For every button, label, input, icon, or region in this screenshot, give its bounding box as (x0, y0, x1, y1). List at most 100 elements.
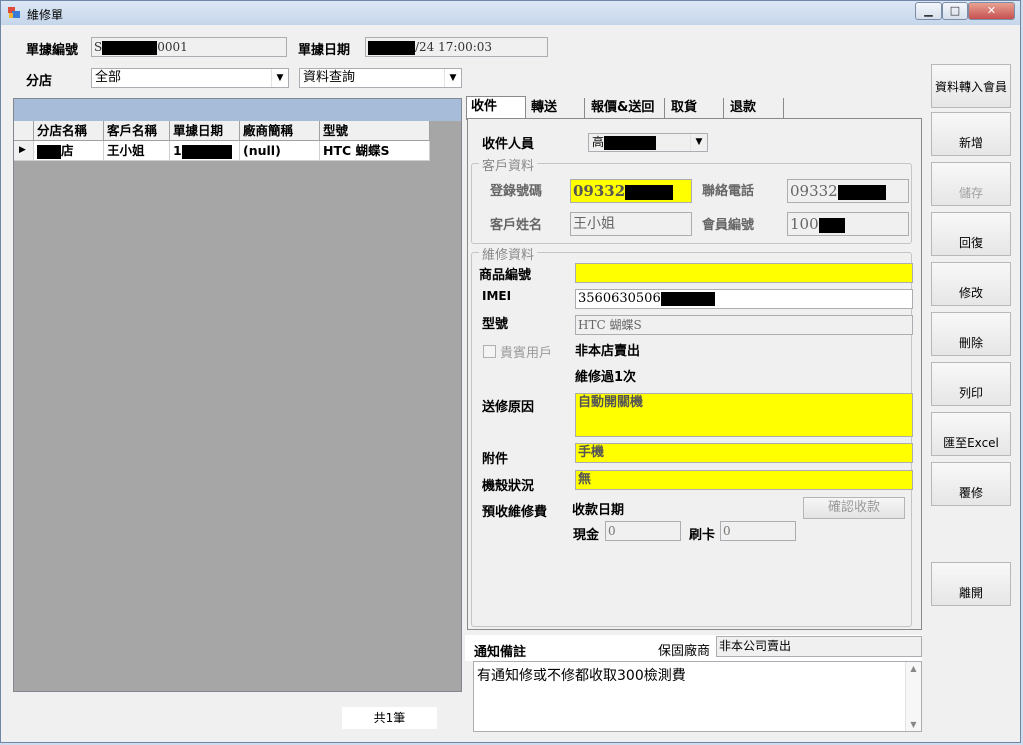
redacted-block (102, 40, 158, 55)
warranty-vendor-label: 保固廠商 (658, 644, 711, 659)
cash-field[interactable]: 0 (605, 521, 681, 541)
dropdown-arrow-icon: ▼ (271, 69, 288, 87)
notes-text: 有通知修或不修都收取300檢測費 (477, 668, 686, 684)
dropdown-arrow-icon: ▼ (690, 134, 707, 151)
accessory-field[interactable]: 手機 (575, 443, 913, 463)
payment-date-label: 收款日期 (572, 503, 625, 518)
form-client-area: 單據編號 S 0001 單據日期 /24 17:00:03 分店 全部 ▼ 資料查詢… (7, 26, 1016, 739)
scroll-down-icon[interactable]: ▼ (906, 720, 921, 729)
revert-button[interactable]: 回復 (931, 212, 1011, 256)
grid-header-branch[interactable]: 分店名稱 (34, 121, 104, 141)
minimize-button[interactable]: ▁ (915, 2, 942, 20)
grid-row-header-corner (14, 121, 34, 141)
accessory-label: 附件 (482, 452, 509, 467)
grid-header-customer[interactable]: 客戶名稱 (104, 121, 170, 141)
grid-header-date[interactable]: 單據日期 (170, 121, 240, 141)
grid-cell-model[interactable]: HTC 蝴蝶S (320, 141, 430, 161)
branch-label: 分店 (26, 74, 53, 89)
customer-group-title: 客戶資料 (479, 155, 538, 174)
notes-scrollbar[interactable]: ▲ ▼ (905, 662, 921, 731)
query-select[interactable]: 資料查詢 ▼ (299, 68, 462, 88)
member-no-field[interactable]: 100 (787, 212, 909, 236)
redacted-block (181, 144, 232, 159)
phone-label: 聯絡電話 (702, 184, 755, 199)
receipt-tab-panel: 收件人員 高 ▼ 客戶資料 登錄號碼 09332 聯絡電話 09332 客戶姓名 … (467, 118, 922, 630)
records-grid[interactable]: 分店名稱 客戶名稱 單據日期 廠商簡稱 型號 ▶ 店 王小姐 1 (null) … (13, 98, 462, 692)
add-button[interactable]: 新增 (931, 112, 1011, 156)
imei-field[interactable]: 3560630506 (575, 289, 913, 309)
grid-cell-customer[interactable]: 王小姐 (104, 141, 170, 161)
exit-button[interactable]: 離開 (931, 562, 1011, 606)
notes-label: 通知備註 (474, 645, 527, 660)
redacted-block (837, 184, 886, 200)
case-condition-field[interactable]: 無 (575, 470, 913, 490)
phone-field[interactable]: 09332 (787, 179, 909, 203)
doc-date-field[interactable]: /24 17:00:03 (365, 37, 548, 57)
doc-no-field[interactable]: S 0001 (91, 37, 287, 57)
notes-textarea[interactable]: 有通知修或不修都收取300檢測費 ▲ ▼ (473, 661, 922, 732)
repair-reason-field[interactable]: 自動開關機 (575, 393, 913, 437)
tab-pickup[interactable]: 取貨 (667, 98, 724, 119)
redacted-block (368, 40, 415, 55)
app-icon (8, 7, 20, 18)
record-count: 共1筆 (342, 707, 437, 729)
edit-button[interactable]: 修改 (931, 262, 1011, 306)
product-no-field[interactable] (575, 263, 913, 283)
branch-select[interactable]: 全部 ▼ (91, 68, 289, 88)
print-button[interactable]: 列印 (931, 362, 1011, 406)
member-no-label: 會員編號 (702, 218, 755, 233)
export-excel-button[interactable]: 匯至Excel (931, 412, 1011, 456)
vip-checkbox[interactable] (483, 345, 496, 358)
customer-group: 客戶資料 登錄號碼 09332 聯絡電話 09332 客戶姓名 王小姐 會員編號… (471, 155, 912, 244)
close-button[interactable]: ✕ (968, 2, 1015, 20)
repair-reason-label: 送修原因 (482, 400, 535, 415)
redacted-block (660, 291, 715, 306)
repair-group-title: 維修資料 (479, 244, 538, 263)
login-no-field[interactable]: 09332 (570, 179, 692, 203)
model-label: 型號 (482, 317, 509, 332)
customer-name-label: 客戶姓名 (490, 218, 543, 233)
maximize-button[interactable]: □ (942, 2, 968, 20)
customer-name-field[interactable]: 王小姐 (570, 212, 692, 236)
save-button[interactable]: 儲存 (931, 162, 1011, 206)
redacted-block (37, 144, 61, 159)
transfer-to-member-button[interactable]: 資料轉入會員 (931, 64, 1011, 108)
tab-transfer[interactable]: 轉送 (527, 98, 585, 119)
cash-label: 現金 (573, 528, 600, 543)
repair-group: 維修資料 商品編號 IMEI 3560630506 型號 HTC 蝴蝶S 貴賓用… (471, 244, 913, 627)
redacted-block (625, 184, 674, 200)
model-field[interactable]: HTC 蝴蝶S (575, 315, 913, 335)
delete-button[interactable]: 刪除 (931, 312, 1011, 356)
tab-refund[interactable]: 退款 (726, 98, 784, 119)
tab-quote-return[interactable]: 報價&送回 (587, 98, 665, 119)
redacted-block (604, 135, 657, 150)
title-bar[interactable]: 維修單 ▁ □ ✕ (1, 1, 1020, 25)
redacted-block (818, 217, 845, 233)
prepaid-fee-label: 預收維修費 (482, 505, 548, 520)
scroll-up-icon[interactable]: ▲ (906, 664, 921, 673)
grid-header-vendor[interactable]: 廠商簡稱 (240, 121, 320, 141)
grid-header-model[interactable]: 型號 (320, 121, 430, 141)
doc-date-label: 單據日期 (298, 43, 351, 58)
vip-label[interactable]: 貴賓用戶 (500, 342, 552, 361)
window-title: 維修單 (27, 8, 64, 22)
grid-cell-vendor[interactable]: (null) (240, 141, 320, 161)
card-field[interactable]: 0 (720, 521, 796, 541)
tab-receipt[interactable]: 收件 (466, 96, 526, 120)
imei-label: IMEI (482, 289, 512, 303)
row-selector-icon[interactable]: ▶ (14, 141, 34, 161)
receiver-select[interactable]: 高 ▼ (588, 133, 708, 152)
dropdown-arrow-icon: ▼ (444, 69, 461, 87)
not-sold-here-text: 非本店賣出 (575, 344, 641, 359)
product-no-label: 商品編號 (479, 268, 532, 283)
grid-caption-bar (14, 99, 461, 121)
repaired-count-text: 維修過1次 (575, 370, 637, 385)
doc-no-label: 單據編號 (26, 43, 79, 58)
confirm-payment-button[interactable]: 確認收款 (803, 497, 905, 519)
grid-cell-branch[interactable]: 店 (34, 141, 104, 161)
receiver-label: 收件人員 (482, 137, 535, 152)
card-label: 刷卡 (689, 528, 716, 543)
warranty-vendor-field[interactable]: 非本公司賣出 (716, 636, 922, 657)
grid-cell-date[interactable]: 1 (170, 141, 240, 161)
re-repair-button[interactable]: 覆修 (931, 462, 1011, 506)
